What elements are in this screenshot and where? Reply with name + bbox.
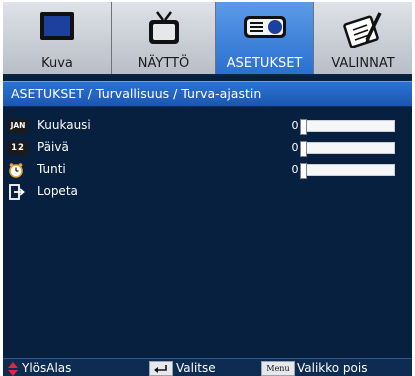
tv-icon [144,10,184,50]
menu-item-label: Tunti [37,162,66,176]
footer-nav-label: YlösAlas [22,361,72,375]
tab-asetukset[interactable]: ASETUKSET [216,2,314,74]
footer-select-label: Valitse [176,361,216,375]
menu-item-lopeta[interactable]: Lopeta [3,182,412,202]
tab-label: ASETUKSET [226,56,303,71]
month-badge: JAN [8,119,28,133]
tab-bar: Kuva NÄYTTÖ ASETUKSET VALINNAT [3,2,412,76]
menu-item-label: Lopeta [37,184,78,198]
projector-icon [241,10,289,48]
day-badge: 12 [8,141,28,155]
notepad-icon [343,10,383,52]
tab-valinnat[interactable]: VALINNAT [314,2,412,74]
tab-naytto[interactable]: NÄYTTÖ [112,2,216,74]
footer-help: YlösAlas Valitse Menu Valikko pois [3,358,412,376]
enter-key-icon [149,361,173,376]
month-calendar-icon: JAN [8,118,30,134]
footer-menu-label: Valikko pois [297,361,368,375]
slider-knob[interactable] [300,141,307,157]
tab-kuva[interactable]: Kuva [3,2,112,74]
breadcrumb-text: ASETUKSET / Turvallisuus / Turva-ajastin [11,86,262,101]
exit-icon [8,184,30,200]
menu-key-icon: Menu [261,361,295,376]
osd-menu: Kuva NÄYTTÖ ASETUKSET VALINNAT ASETUKSET… [3,2,412,376]
up-down-arrows-icon [7,361,19,376]
day-slider[interactable] [300,141,395,157]
menu-item-tunti[interactable]: Tunti 0 [3,160,412,180]
slider-knob[interactable] [300,119,307,135]
slider-knob[interactable] [300,163,307,179]
monitor-icon [37,10,77,48]
menu-item-kuukausi[interactable]: JAN Kuukausi 0 [3,116,412,136]
hour-slider[interactable] [300,163,395,179]
menu-item-label: Päivä [37,140,69,154]
tab-label: NÄYTTÖ [137,56,190,71]
tab-label: VALINNAT [331,56,395,71]
tab-label: Kuva [41,56,73,71]
menu-item-label: Kuukausi [37,118,91,132]
breadcrumb: ASETUKSET / Turvallisuus / Turva-ajastin [3,81,412,107]
clock-icon [8,162,30,178]
menu-item-paiva[interactable]: 12 Päivä 0 [3,138,412,158]
month-slider[interactable] [300,119,395,135]
day-calendar-icon: 12 [8,140,30,156]
